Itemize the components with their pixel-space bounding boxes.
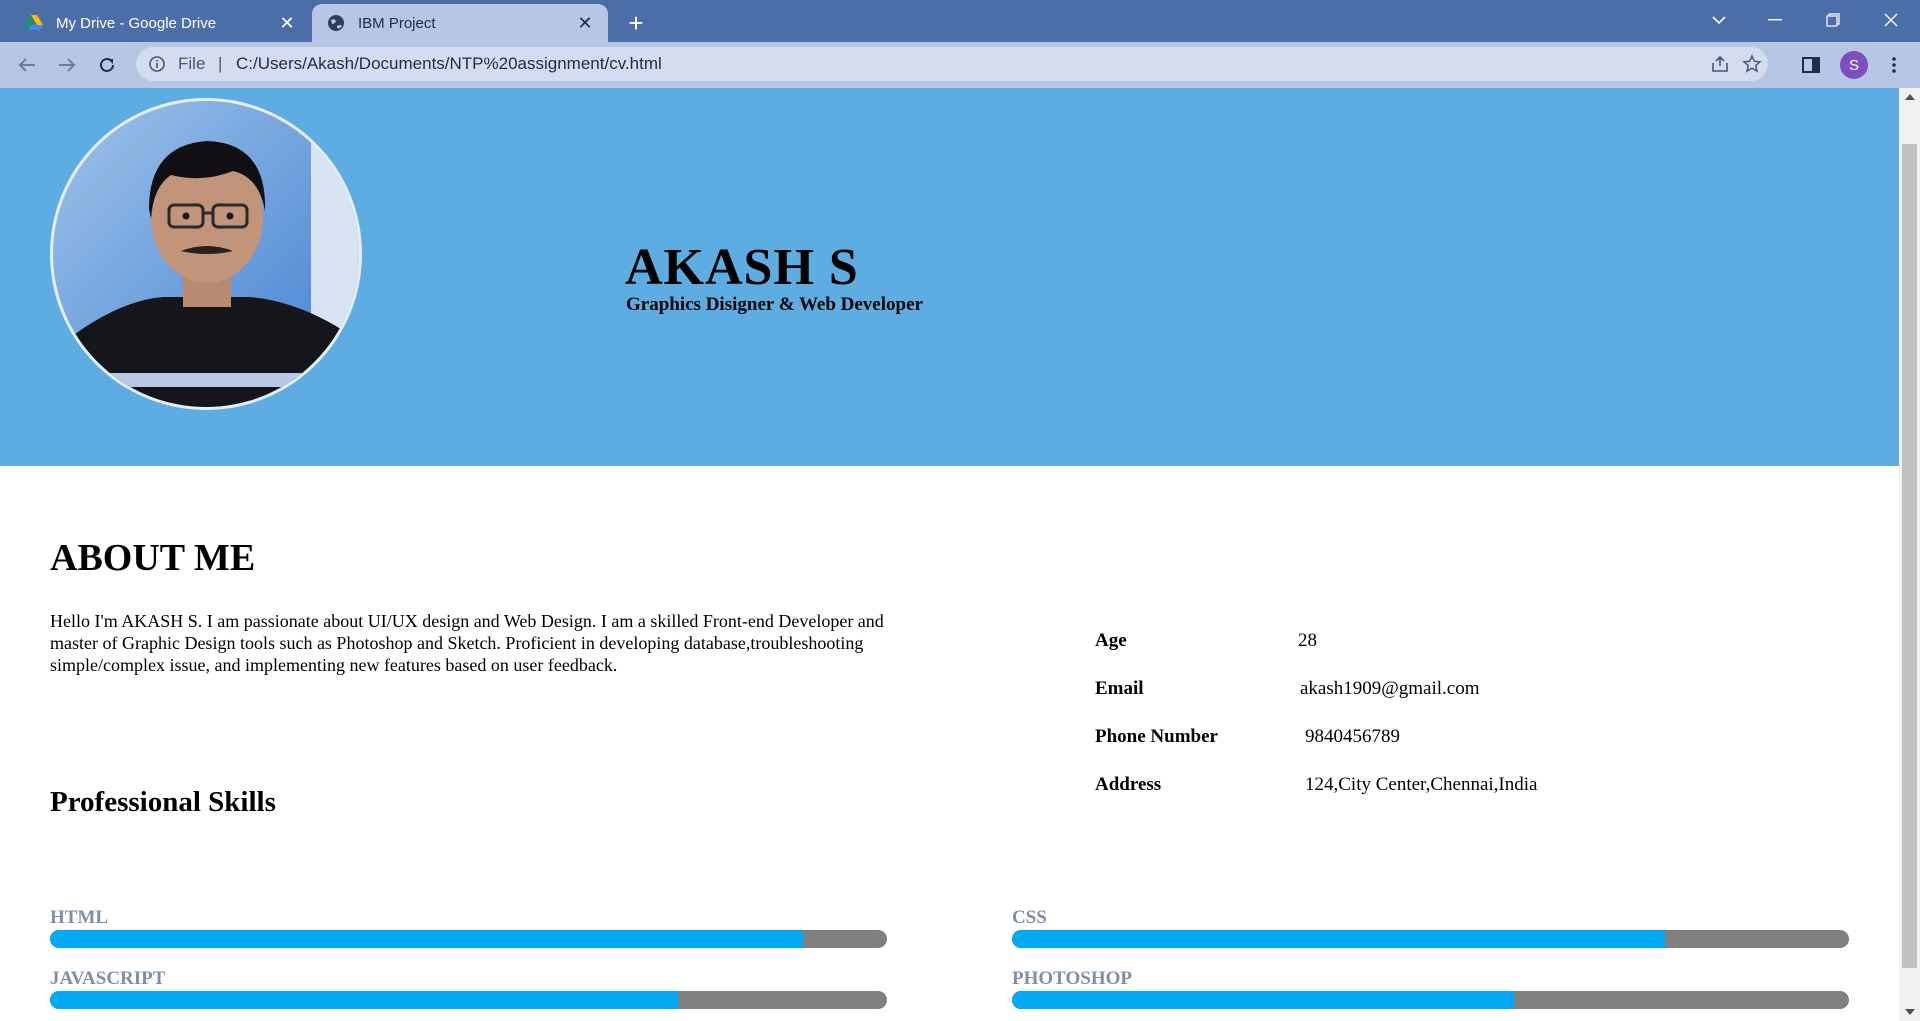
skill-javascript: JAVASCRIPT xyxy=(50,967,887,1009)
skill-progress-fill xyxy=(1012,930,1665,948)
skill-photoshop: PHOTOSHOP xyxy=(1012,967,1849,1009)
info-value-age: 28 xyxy=(1298,630,1317,651)
about-heading: ABOUT ME xyxy=(50,537,256,579)
skill-name: HTML xyxy=(50,907,109,928)
skill-progress-fill xyxy=(1012,991,1515,1009)
profile-photo xyxy=(50,98,362,410)
skill-progress-bar xyxy=(1012,991,1849,1009)
candidate-tagline: Graphics Disigner & Web Developer xyxy=(626,294,923,315)
side-panel-icon[interactable] xyxy=(1799,53,1823,77)
info-icon[interactable] xyxy=(148,55,166,73)
url-scheme: File xyxy=(178,54,206,73)
browser-toolbar: File | C:/Users/Akash/Documents/NTP%20as… xyxy=(0,42,1920,88)
google-drive-icon xyxy=(24,13,44,33)
candidate-name: AKASH S xyxy=(625,239,859,296)
minimize-icon[interactable] xyxy=(1752,4,1798,36)
info-value-phone: 9840456789 xyxy=(1305,726,1400,747)
skills-heading: Professional Skills xyxy=(50,786,276,818)
skill-progress-bar xyxy=(50,991,887,1009)
close-tab-icon[interactable]: ✕ xyxy=(274,10,300,36)
skill-name: CSS xyxy=(1012,907,1047,928)
scrollbar-thumb[interactable] xyxy=(1902,144,1917,968)
skill-progress-bar xyxy=(1012,930,1849,948)
page-viewport: AKASH S Graphics Disigner & Web Develope… xyxy=(0,88,1899,1021)
restore-icon[interactable] xyxy=(1810,4,1856,36)
close-window-icon[interactable] xyxy=(1868,4,1914,36)
back-arrow-icon[interactable] xyxy=(12,50,42,80)
address-bar[interactable]: File | C:/Users/Akash/Documents/NTP%20as… xyxy=(136,47,1768,81)
url-separator: | xyxy=(218,54,223,73)
skill-progress-fill xyxy=(50,930,804,948)
info-label-address: Address xyxy=(1095,774,1162,795)
info-value-address: 124,City Center,Chennai,India xyxy=(1305,774,1538,795)
new-tab-button[interactable]: + xyxy=(620,8,652,40)
tab-google-drive[interactable]: My Drive - Google Drive ✕ xyxy=(10,4,310,42)
skill-name: PHOTOSHOP xyxy=(1012,968,1133,989)
globe-icon xyxy=(326,13,346,33)
more-menu-icon[interactable] xyxy=(1882,53,1906,77)
vertical-scrollbar[interactable] xyxy=(1899,88,1920,1021)
tab-title: IBM Project xyxy=(358,14,436,32)
info-value-email: akash1909@gmail.com xyxy=(1300,678,1480,699)
skill-progress-fill xyxy=(50,991,678,1009)
tab-title: My Drive - Google Drive xyxy=(56,14,217,32)
info-label-age: Age xyxy=(1095,630,1127,651)
profile-header: AKASH S Graphics Disigner & Web Develope… xyxy=(0,88,1899,466)
info-label-email: Email xyxy=(1095,678,1144,699)
reload-icon[interactable] xyxy=(92,50,122,80)
scroll-up-arrow-icon[interactable] xyxy=(1905,94,1915,100)
tab-ibm-project[interactable]: IBM Project ✕ xyxy=(312,4,608,42)
url-text[interactable]: C:/Users/Akash/Documents/NTP%20assignmen… xyxy=(236,54,662,74)
skill-html: HTML xyxy=(50,906,887,948)
tab-search-icon[interactable] xyxy=(1696,4,1742,36)
skill-css: CSS xyxy=(1012,906,1849,948)
info-label-phone: Phone Number xyxy=(1095,726,1218,747)
close-tab-icon[interactable]: ✕ xyxy=(572,10,598,36)
profile-avatar[interactable]: S xyxy=(1840,51,1868,79)
share-icon[interactable] xyxy=(1710,54,1730,74)
skill-name: JAVASCRIPT xyxy=(50,968,166,989)
about-text: Hello I'm AKASH S. I am passionate about… xyxy=(50,611,884,675)
skill-progress-bar xyxy=(50,930,887,948)
browser-titlebar: My Drive - Google Drive ✕ IBM Project ✕ … xyxy=(0,0,1920,42)
forward-arrow-icon[interactable] xyxy=(52,50,82,80)
bookmark-star-icon[interactable] xyxy=(1742,54,1762,74)
scroll-down-arrow-icon[interactable] xyxy=(1905,1009,1915,1015)
